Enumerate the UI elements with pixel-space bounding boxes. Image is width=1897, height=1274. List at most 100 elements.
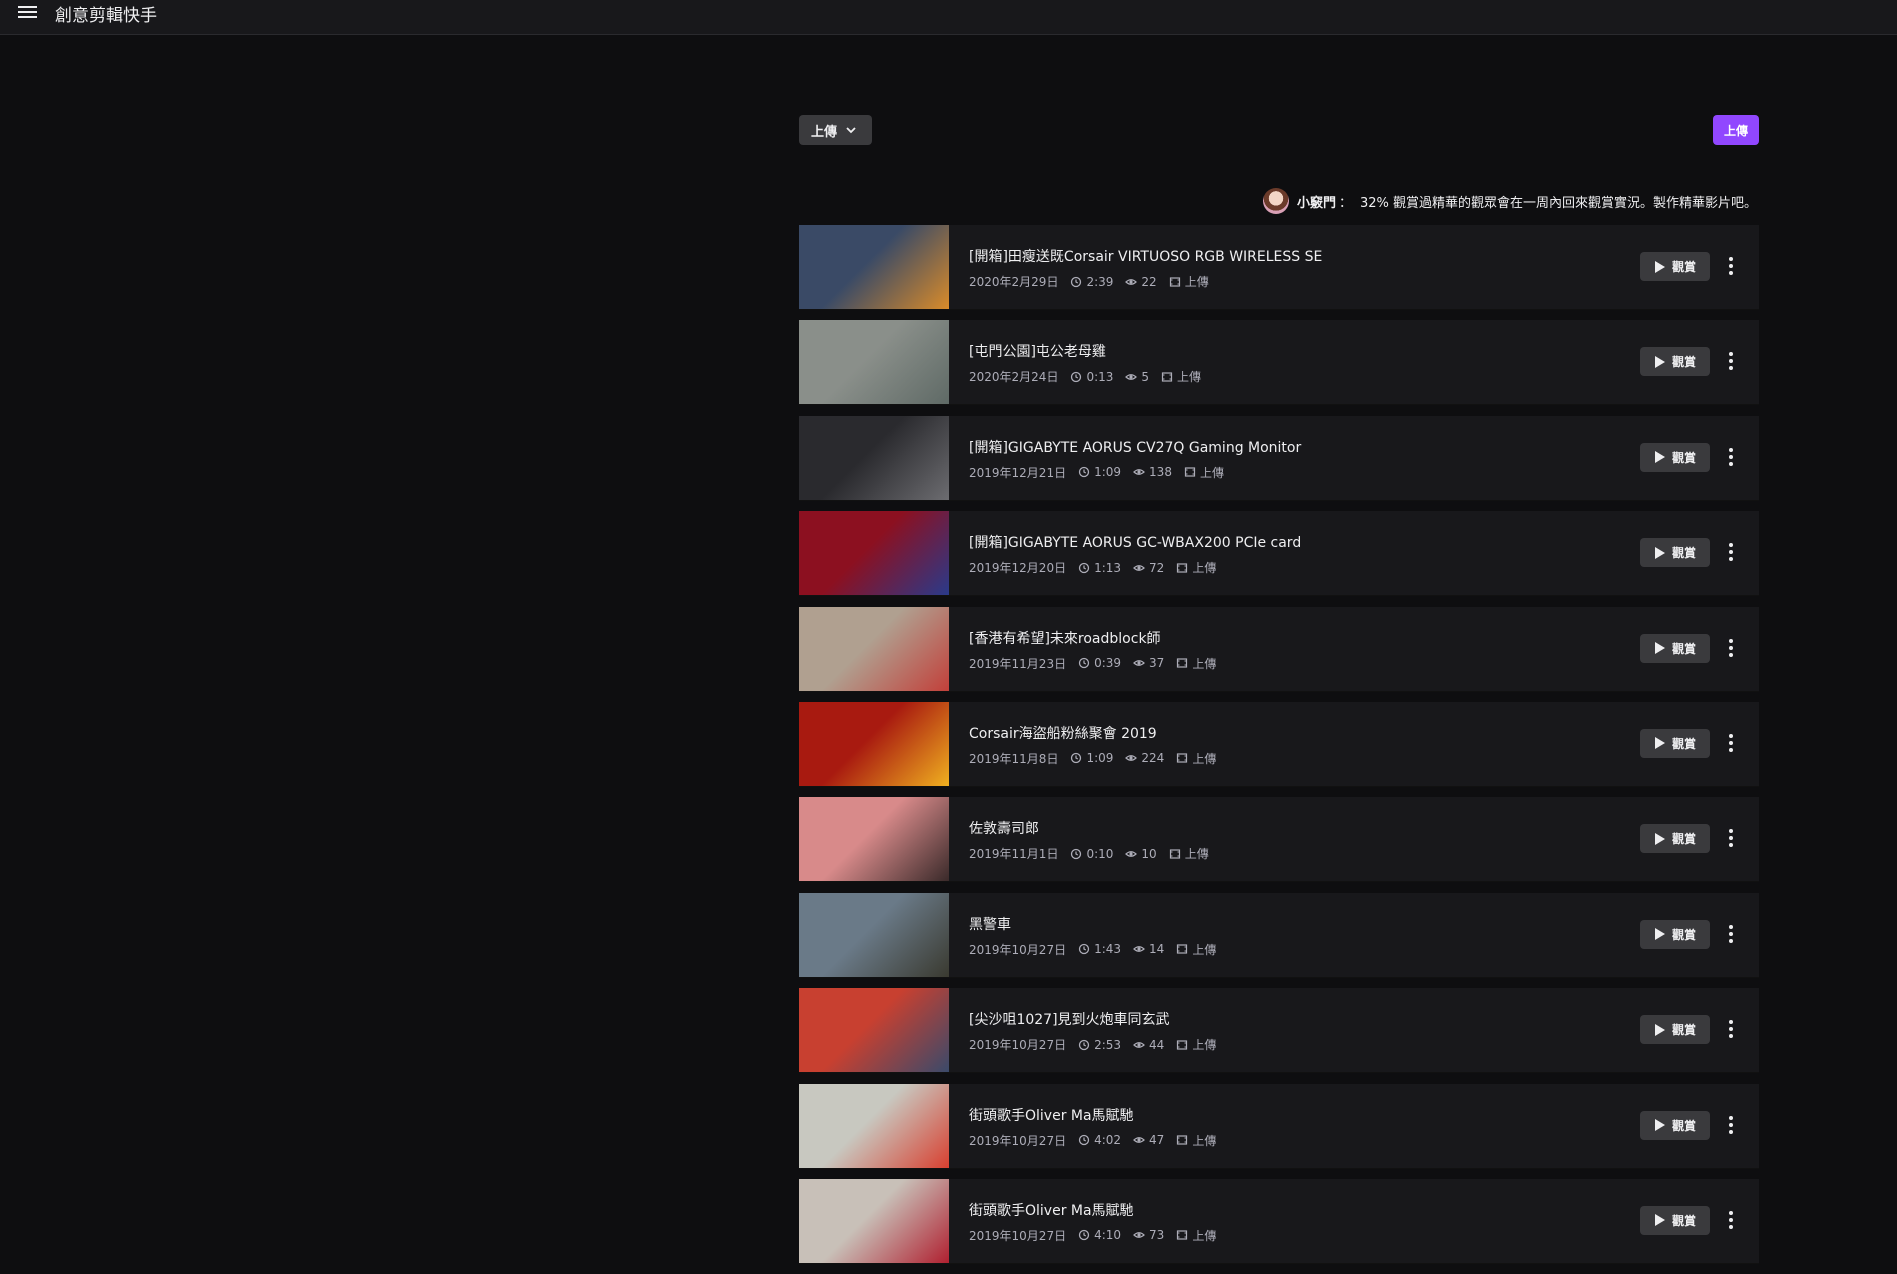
video-views: 73: [1149, 1228, 1165, 1243]
more-options-icon[interactable]: [1724, 823, 1738, 853]
upload-type-icon: [1161, 372, 1173, 382]
video-duration: 1:43: [1094, 942, 1122, 957]
video-row: [開箱]GIGABYTE AORUS CV27Q Gaming Monitor 2…: [799, 415, 1759, 501]
more-options-icon[interactable]: [1724, 633, 1738, 663]
more-options-icon[interactable]: [1724, 919, 1738, 949]
video-thumbnail[interactable]: [799, 701, 949, 786]
upload-type-icon: [1177, 563, 1188, 573]
video-title[interactable]: Corsair海盜船粉絲聚會 2019: [969, 723, 1619, 743]
watch-button[interactable]: 觀賞: [1640, 1205, 1710, 1235]
watch-button-label: 觀賞: [1671, 1023, 1696, 1038]
video-title[interactable]: 街頭歌手Oliver Ma馬賦馳: [969, 1105, 1619, 1125]
video-title[interactable]: [尖沙咀1027]見到火炮車同玄武: [969, 1009, 1619, 1029]
eye-icon: [1133, 469, 1145, 476]
video-row: [尖沙咀1027]見到火炮車同玄武 2019年10月27日 2:53 44 上傳 觀賞: [799, 988, 1759, 1074]
more-options-icon[interactable]: [1724, 1014, 1738, 1044]
video-meta: 2019年10月27日 4:02 47 上傳: [969, 1132, 1619, 1149]
watch-button-label: 觀賞: [1671, 832, 1696, 847]
tip-text: 32% 觀賞過精華的觀眾會在一周內回來觀賞實況。製作精華影片吧。: [1359, 195, 1757, 211]
watch-button-label: 觀賞: [1671, 1118, 1696, 1133]
video-title[interactable]: 街頭歌手Oliver Ma馬賦馳: [969, 1200, 1619, 1220]
more-options-icon[interactable]: [1724, 251, 1738, 281]
video-thumbnail[interactable]: [799, 1178, 949, 1263]
video-title[interactable]: [開箱]GIGABYTE AORUS CV27Q Gaming Monitor: [969, 437, 1619, 457]
video-meta: 2019年10月27日 2:53 44 上傳: [969, 1036, 1619, 1053]
eye-icon: [1133, 660, 1145, 666]
video-thumbnail[interactable]: [799, 1083, 949, 1168]
watch-button[interactable]: 觀賞: [1640, 442, 1710, 472]
more-options-icon[interactable]: [1724, 537, 1738, 567]
video-date: 2019年10月27日: [969, 1133, 1067, 1148]
play-icon: [1654, 355, 1665, 368]
watch-button[interactable]: 觀賞: [1640, 538, 1710, 568]
video-views: 138: [1149, 465, 1172, 480]
chevron-down-icon: [846, 127, 856, 134]
watch-button-label: 觀賞: [1671, 736, 1696, 751]
video-title[interactable]: [開箱]GIGABYTE AORUS GC-WBAX200 PCIe card: [969, 532, 1619, 552]
video-thumbnail[interactable]: [799, 225, 949, 309]
filter-dropdown[interactable]: 上傳: [799, 115, 872, 145]
play-icon: [1654, 260, 1665, 273]
hamburger-menu-icon[interactable]: [18, 3, 38, 21]
clock-icon: [1078, 1134, 1090, 1146]
avatar: [1262, 188, 1289, 214]
video-type: 上傳: [1177, 370, 1202, 385]
watch-button[interactable]: 觀賞: [1640, 824, 1710, 854]
video-thumbnail[interactable]: [799, 988, 949, 1073]
clock-icon: [1071, 371, 1082, 383]
video-views: 22: [1141, 274, 1157, 289]
watch-button[interactable]: 觀賞: [1640, 252, 1710, 281]
watch-button[interactable]: 觀賞: [1640, 919, 1710, 949]
watch-button[interactable]: 觀賞: [1640, 728, 1710, 758]
video-duration: 4:02: [1094, 1133, 1122, 1148]
watch-button[interactable]: 觀賞: [1640, 1015, 1710, 1045]
video-thumbnail[interactable]: [799, 320, 949, 405]
eye-icon: [1133, 1137, 1145, 1143]
play-icon: [1654, 451, 1665, 464]
video-thumbnail[interactable]: [799, 797, 949, 882]
video-type: 上傳: [1184, 847, 1209, 862]
video-thumbnail[interactable]: [799, 511, 949, 596]
upload-type-icon: [1177, 1135, 1188, 1145]
video-type: 上傳: [1192, 942, 1217, 957]
upload-type-icon: [1177, 1230, 1188, 1241]
play-icon: [1654, 1214, 1665, 1227]
video-meta: 2019年12月21日 1:09 138 上傳: [969, 464, 1619, 481]
video-meta: 2019年11月8日 1:09 224 上傳: [969, 750, 1619, 767]
watch-button[interactable]: 觀賞: [1640, 1110, 1710, 1140]
video-date: 2019年12月20日: [969, 561, 1067, 576]
video-thumbnail[interactable]: [799, 415, 949, 500]
more-options-icon[interactable]: [1724, 1205, 1738, 1235]
more-options-icon[interactable]: [1724, 346, 1738, 376]
upload-button[interactable]: 上傳: [1713, 115, 1759, 145]
watch-button[interactable]: 觀賞: [1640, 347, 1710, 377]
clock-icon: [1078, 467, 1090, 478]
clock-icon: [1071, 276, 1082, 287]
watch-button[interactable]: 觀賞: [1640, 633, 1710, 663]
more-options-icon[interactable]: [1724, 442, 1738, 472]
play-icon: [1654, 832, 1665, 845]
video-type: 上傳: [1192, 656, 1217, 671]
clock-icon: [1078, 1230, 1090, 1241]
video-title[interactable]: [開箱]田瘦送既Corsair VIRTUOSO RGB WIRELESS SE: [969, 246, 1619, 266]
video-meta: 2019年10月27日 1:43 14 上傳: [969, 941, 1619, 958]
more-options-icon[interactable]: [1724, 728, 1738, 758]
clock-icon: [1078, 1039, 1090, 1050]
video-title[interactable]: [屯門公園]屯公老母雞: [969, 341, 1619, 361]
video-duration: 2:53: [1094, 1037, 1122, 1052]
more-options-icon[interactable]: [1724, 1110, 1738, 1140]
video-meta: 2019年11月1日 0:10 10 上傳: [969, 845, 1619, 862]
upload-type-icon: [1177, 753, 1188, 764]
video-title[interactable]: 黑警車: [969, 914, 1619, 934]
video-title[interactable]: 佐敦壽司郎: [969, 818, 1619, 838]
watch-button-label: 觀賞: [1671, 355, 1696, 370]
watch-button-label: 觀賞: [1671, 546, 1696, 561]
video-title[interactable]: [香港有希望]未來roadblock師: [969, 628, 1619, 648]
video-thumbnail[interactable]: [799, 892, 949, 977]
video-thumbnail[interactable]: [799, 606, 949, 691]
eye-icon: [1125, 278, 1138, 285]
tip-separator: ：: [1338, 195, 1352, 211]
clock-icon: [1078, 562, 1090, 573]
filter-dropdown-label: 上傳: [811, 124, 838, 140]
video-row: 黑警車 2019年10月27日 1:43 14 上傳 觀賞: [799, 892, 1759, 978]
